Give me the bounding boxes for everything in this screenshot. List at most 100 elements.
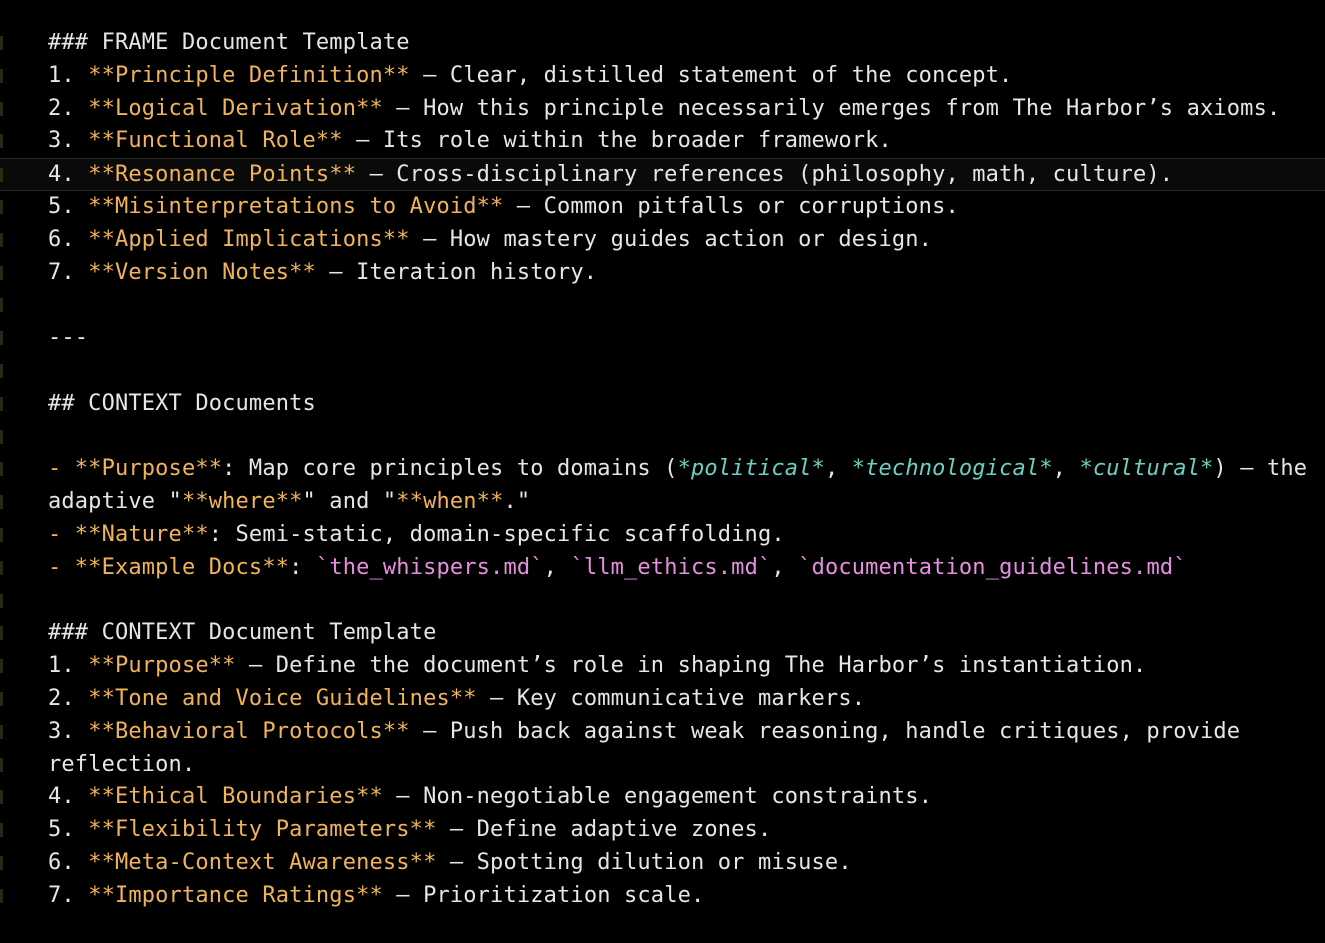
text-segment: adaptive " bbox=[48, 489, 182, 515]
gutter-marker bbox=[0, 429, 3, 444]
text-segment: — Key communicative markers. bbox=[476, 685, 866, 711]
line-text: 6. **Applied Implications** — How master… bbox=[48, 224, 932, 257]
line-text: - **Purpose**: Map core principles to do… bbox=[48, 453, 1307, 486]
bold-markup: **Tone and Voice Guidelines** bbox=[88, 685, 477, 711]
text-segment: ### CONTEXT Document Template bbox=[48, 620, 437, 646]
line-text: --- bbox=[48, 322, 88, 355]
editor-line[interactable]: ### FRAME Document Template bbox=[0, 27, 1325, 60]
gutter-marker bbox=[0, 396, 3, 411]
gutter-marker bbox=[0, 593, 3, 608]
editor-line[interactable]: 6. **Meta-Context Awareness** — Spotting… bbox=[0, 847, 1325, 880]
gutter-marker bbox=[0, 790, 3, 805]
bold-markup: **Flexibility Parameters** bbox=[88, 817, 437, 843]
text-segment: ." bbox=[503, 489, 531, 515]
gutter-marker bbox=[0, 855, 3, 870]
editor-line[interactable]: 6. **Applied Implications** — How master… bbox=[0, 224, 1325, 257]
italic-markup: *technological* bbox=[851, 456, 1053, 482]
current-editor-line[interactable]: 4. **Resonance Points** — Cross-discipli… bbox=[0, 158, 1325, 191]
text-segment: 3. bbox=[48, 128, 89, 154]
line-text: 6. **Meta-Context Awareness** — Spotting… bbox=[48, 847, 852, 880]
bold-markup: **Ethical Boundaries** bbox=[88, 784, 383, 810]
line-text: ### FRAME Document Template bbox=[48, 27, 410, 60]
line-text: ### CONTEXT Document Template bbox=[48, 617, 436, 650]
editor-line[interactable]: 3. **Functional Role** — Its role within… bbox=[0, 125, 1325, 158]
editor-line[interactable]: - **Example Docs**: `the_whispers.md`, `… bbox=[0, 552, 1325, 585]
editor-line[interactable]: adaptive "**where**" and "**when**." bbox=[0, 486, 1325, 519]
gutter-marker bbox=[0, 298, 3, 313]
text-segment: 7. bbox=[48, 882, 89, 908]
bold-markup: **Logical Derivation** bbox=[88, 95, 383, 121]
line-text: 7. **Version Notes** — Iteration history… bbox=[48, 257, 597, 290]
gutter-marker bbox=[0, 527, 3, 542]
text-segment: : Semi-static, domain-specific scaffoldi… bbox=[208, 521, 785, 547]
gutter-marker bbox=[0, 36, 3, 50]
gutter-marker bbox=[0, 101, 3, 116]
editor-line[interactable] bbox=[0, 585, 1325, 618]
editor-line[interactable]: 3. **Behavioral Protocols** — Push back … bbox=[0, 716, 1325, 749]
gutter-marker bbox=[0, 363, 3, 378]
editor-line[interactable]: 7. **Version Notes** — Iteration history… bbox=[0, 257, 1325, 290]
gutter-marker bbox=[0, 757, 3, 772]
gutter-marker bbox=[0, 691, 3, 706]
bold-markup: **Version Notes** bbox=[88, 259, 316, 285]
editor-line[interactable]: - **Nature**: Semi-static, domain-specif… bbox=[0, 519, 1325, 552]
line-text: ## CONTEXT Documents bbox=[48, 388, 316, 421]
gutter-marker bbox=[0, 495, 3, 510]
editor-line[interactable]: 1. **Principle Definition** — Clear, dis… bbox=[0, 60, 1325, 93]
bold-markup: **Resonance Points** bbox=[88, 162, 357, 188]
gutter-marker bbox=[0, 168, 3, 183]
text-segment: 4. bbox=[48, 784, 89, 810]
italic-markup: *cultural* bbox=[1079, 456, 1214, 482]
text-segment: 4. bbox=[48, 162, 89, 188]
bold-markup: **Meta-Context Awareness** bbox=[88, 849, 437, 875]
editor-line[interactable]: 2. **Logical Derivation** — How this pri… bbox=[0, 93, 1325, 126]
text-segment: , bbox=[543, 554, 571, 580]
bold-markup: **Functional Role** bbox=[88, 128, 343, 154]
editor-line[interactable] bbox=[0, 421, 1325, 454]
editor-line[interactable]: 5. **Flexibility Parameters** — Define a… bbox=[0, 814, 1325, 847]
text-segment: 1. bbox=[48, 62, 89, 88]
text-segment: — Spotting dilution or misuse. bbox=[436, 849, 852, 875]
gutter-marker bbox=[0, 265, 3, 280]
bold-markup: **Purpose** bbox=[88, 653, 236, 679]
gutter-marker bbox=[0, 462, 3, 477]
bold-markup: - **Nature** bbox=[48, 521, 209, 547]
editor-line[interactable]: 7. **Importance Ratings** — Prioritizati… bbox=[0, 880, 1325, 913]
text-segment: 7. bbox=[48, 259, 89, 285]
gutter-marker bbox=[0, 199, 3, 214]
editor-line[interactable] bbox=[0, 289, 1325, 322]
bold-markup: - **Example Docs** bbox=[48, 554, 290, 580]
editor-line[interactable]: --- bbox=[0, 322, 1325, 355]
text-segment: --- bbox=[48, 325, 89, 351]
text-segment: , bbox=[1052, 456, 1080, 482]
editor-line[interactable]: reflection. bbox=[0, 749, 1325, 782]
gutter-marker bbox=[0, 68, 3, 83]
text-segment: ## CONTEXT Documents bbox=[48, 390, 316, 416]
bold-markup: - **Purpose** bbox=[48, 456, 223, 482]
editor-line[interactable]: 2. **Tone and Voice Guidelines** — Key c… bbox=[0, 683, 1325, 716]
editor-line[interactable] bbox=[0, 355, 1325, 388]
editor-line[interactable]: - **Purpose**: Map core principles to do… bbox=[0, 453, 1325, 486]
line-text: 1. **Purpose** — Define the document’s r… bbox=[48, 650, 1146, 683]
gutter-marker bbox=[0, 626, 3, 641]
bold-markup: **Behavioral Protocols** bbox=[88, 718, 410, 744]
editor-line[interactable]: 5. **Misinterpretations to Avoid** — Com… bbox=[0, 191, 1325, 224]
text-segment: — Non-negotiable engagement constraints. bbox=[382, 784, 933, 810]
line-text: 3. **Functional Role** — Its role within… bbox=[48, 125, 892, 158]
editor-line[interactable]: 4. **Ethical Boundaries** — Non-negotiab… bbox=[0, 781, 1325, 814]
editor-line[interactable]: ## CONTEXT Documents bbox=[0, 388, 1325, 421]
text-segment: — How mastery guides action or design. bbox=[409, 226, 933, 252]
text-segment: — Its role within the broader framework. bbox=[342, 128, 892, 154]
line-text: 4. **Resonance Points** — Cross-discipli… bbox=[48, 159, 1173, 192]
bold-markup: **Applied Implications** bbox=[88, 226, 410, 252]
italic-markup: *political* bbox=[677, 456, 825, 482]
text-segment: 6. bbox=[48, 226, 89, 252]
text-segment: 3. bbox=[48, 718, 89, 744]
editor-text-area[interactable]: ### FRAME Document Template 1. **Principl… bbox=[0, 27, 1325, 913]
editor-line[interactable]: ### CONTEXT Document Template bbox=[0, 617, 1325, 650]
text-segment: 5. bbox=[48, 193, 89, 219]
line-text: 4. **Ethical Boundaries** — Non-negotiab… bbox=[48, 781, 932, 814]
text-segment: 2. bbox=[48, 95, 89, 121]
line-text: 2. **Tone and Voice Guidelines** — Key c… bbox=[48, 683, 865, 716]
editor-line[interactable]: 1. **Purpose** — Define the document’s r… bbox=[0, 650, 1325, 683]
